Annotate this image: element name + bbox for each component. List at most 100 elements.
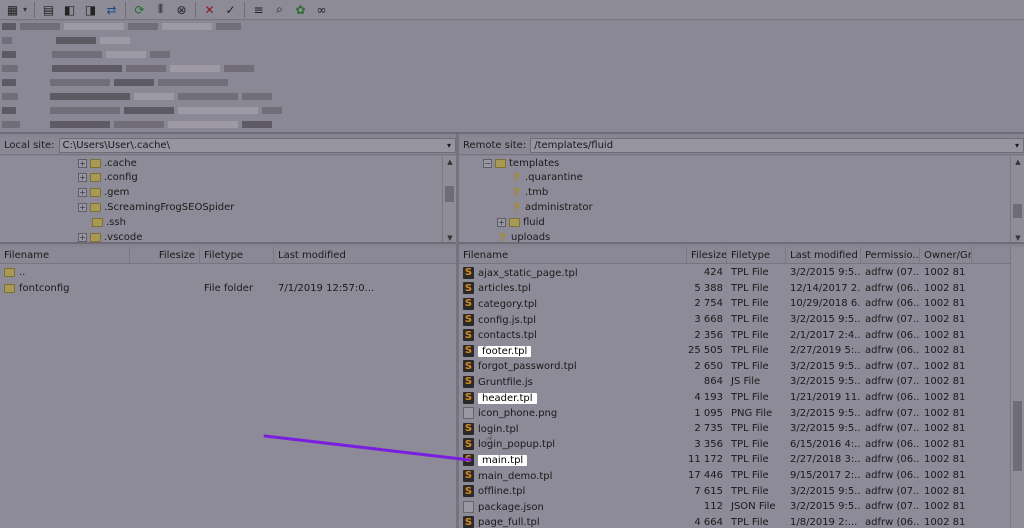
file-type: PNG File <box>731 407 773 419</box>
file-size: 1 095 <box>694 407 723 419</box>
remote-path-value: /templates/fluid <box>534 140 614 151</box>
local-directory-tree: + .cache + .config + .gem + .ScreamingFrogSE… <box>0 156 456 244</box>
file-owner: 1002 81 <box>924 345 966 357</box>
tree-item[interactable]: + .ScreamingFrogSEOSpider <box>78 200 234 215</box>
file-modified: 2/27/2019 5:... <box>790 345 861 357</box>
arrow-down-icon[interactable]: ▾ <box>23 5 31 14</box>
expand-icon[interactable]: + <box>78 159 87 168</box>
chevron-down-icon[interactable]: ▾ <box>443 141 455 150</box>
column-header-filename[interactable]: Filename <box>459 247 687 263</box>
table-row[interactable]: Soffline.tpl 7 615 TPL File 3/2/2015 9:5...… <box>459 483 972 499</box>
column-header-filetype[interactable]: Filetype <box>727 247 786 263</box>
tree-item[interactable]: .ssh <box>92 215 126 230</box>
refresh-icon[interactable]: ⟳ <box>129 1 150 19</box>
column-header-filetype[interactable]: Filetype <box>200 247 274 263</box>
reconnect-icon[interactable]: ✓ <box>220 1 241 19</box>
expand-icon[interactable]: + <box>497 218 506 227</box>
table-row[interactable]: .. <box>0 265 130 281</box>
column-header-last-modified[interactable]: Last modified <box>274 247 456 263</box>
tree-item[interactable]: ? .quarantine <box>511 170 583 185</box>
tree-item[interactable]: + fluid <box>497 215 545 230</box>
template-file-icon: S <box>463 297 474 310</box>
tree-item[interactable]: + .vscode <box>78 230 142 242</box>
scroll-thumb[interactable] <box>1013 204 1022 218</box>
file-permissions: adfrw (06... <box>865 392 920 404</box>
column-header-filename[interactable]: Filename <box>0 247 130 263</box>
file-permissions: adfrw (06... <box>865 438 920 450</box>
tree-item[interactable]: + .cache <box>78 156 137 171</box>
remote-tree-scrollbar[interactable]: ▲ ▼ <box>1010 156 1024 242</box>
column-header-permissions[interactable]: Permissio... <box>861 247 920 263</box>
expand-icon[interactable]: + <box>78 203 87 212</box>
tree-item[interactable]: + .config <box>78 170 138 185</box>
filter-icon[interactable]: ⫴ <box>150 1 171 19</box>
disconnect-icon[interactable]: ✕ <box>199 1 220 19</box>
toggle-remote-tree-icon[interactable]: ◨ <box>80 1 101 19</box>
column-header-filesize[interactable]: Filesize <box>687 247 727 263</box>
table-row[interactable]: Spage_full.tpl 4 664 TPL File 1/8/2019 2:..… <box>459 515 972 528</box>
toggle-log-icon[interactable]: ▤ <box>38 1 59 19</box>
tree-item[interactable]: ? uploads <box>497 230 550 242</box>
expand-icon[interactable]: + <box>78 173 87 182</box>
collapse-icon[interactable]: − <box>483 159 492 168</box>
table-row[interactable]: Sarticles.tpl 5 388 TPL File 12/14/2017 2..… <box>459 281 972 297</box>
table-row[interactable]: S Gruntfile.js 864 JS File 3/2/2015 9:5... ad… <box>459 374 972 390</box>
table-row[interactable]: package.json 112 JSON File 3/2/2015 9:5... a… <box>459 499 972 515</box>
table-row[interactable]: Slogin_popup.tpl 3 356 TPL File 6/15/2016 4… <box>459 437 972 453</box>
scroll-up-icon[interactable]: ▲ <box>1011 156 1024 168</box>
scroll-thumb[interactable] <box>445 186 454 202</box>
scroll-up-icon[interactable]: ▲ <box>443 156 456 168</box>
column-header-last-modified[interactable]: Last modified <box>786 247 861 263</box>
search-icon[interactable]: ✿ <box>290 1 311 19</box>
file-owner: 1002 81 <box>924 407 966 419</box>
table-row[interactable]: fontconfig File folder 7/1/2019 12:57:0.… <box>0 281 456 297</box>
chevron-down-icon[interactable]: ▾ <box>1011 141 1023 150</box>
binoculars-icon[interactable]: ∞ <box>311 1 332 19</box>
column-header-filesize[interactable]: Filesize <box>130 247 200 263</box>
file-size: 17 446 <box>688 470 723 482</box>
tree-item-label: .quarantine <box>525 172 583 183</box>
remote-file-scrollbar[interactable] <box>1010 247 1024 528</box>
file-permissions: adfrw (06... <box>865 298 920 310</box>
expand-icon[interactable]: + <box>78 233 87 242</box>
message-log <box>0 21 1024 134</box>
local-tree-scrollbar[interactable]: ▲ ▼ <box>442 156 456 242</box>
table-row[interactable]: icon_phone.png 1 095 PNG File 3/2/2015 9:5.… <box>459 405 972 421</box>
scroll-down-icon[interactable]: ▼ <box>1011 232 1024 242</box>
template-file-icon: S <box>463 313 474 326</box>
table-row[interactable]: Smain.tpl 11 172 TPL File 2/27/2018 3:... ad… <box>459 452 972 468</box>
scroll-down-icon[interactable]: ▼ <box>443 232 456 242</box>
folder-icon <box>90 203 101 212</box>
local-path-combobox[interactable]: C:\Users\User\.cache\ ▾ <box>58 138 456 153</box>
folder-icon <box>90 233 101 242</box>
column-header-owner[interactable]: Owner/Gr... <box>920 247 972 263</box>
table-row[interactable]: Scontacts.tpl 2 356 TPL File 2/1/2017 2:4..… <box>459 327 972 343</box>
table-row[interactable]: Scategory.tpl 2 754 TPL File 10/29/2018 6..… <box>459 296 972 312</box>
table-row[interactable]: Sajax_static_page.tpl 424 TPL File 3/2/2015… <box>459 265 972 281</box>
directory-compare-icon[interactable]: ≡ <box>248 1 269 19</box>
table-row[interactable]: Sheader.tpl 4 193 TPL File 1/21/2019 11... a… <box>459 390 972 406</box>
tree-item[interactable]: ? .tmb <box>511 185 548 200</box>
table-row[interactable]: Slogin.tpl 2 735 TPL File 3/2/2015 9:5... ad… <box>459 421 972 437</box>
remote-path-combobox[interactable]: /templates/fluid ▾ <box>530 138 1024 153</box>
table-row[interactable]: Smain_demo.tpl 17 446 TPL File 9/15/2017 2:… <box>459 468 972 484</box>
tree-item[interactable]: ? administrator <box>511 200 592 215</box>
toggle-local-tree-icon[interactable]: ◧ <box>59 1 80 19</box>
table-row[interactable]: Sconfig.js.tpl 3 668 TPL File 3/2/2015 9:5.… <box>459 312 972 328</box>
cancel-icon[interactable]: ⊗ <box>171 1 192 19</box>
file-permissions: adfrw (07... <box>865 407 920 419</box>
table-row[interactable]: Sforgot_password.tpl 2 650 TPL File 3/2/201… <box>459 359 972 375</box>
template-file-icon: S <box>463 422 474 435</box>
table-row[interactable]: Sfooter.tpl 25 505 TPL File 2/27/2019 5:...… <box>459 343 972 359</box>
scroll-thumb[interactable] <box>1013 401 1022 471</box>
toggle-queue-icon[interactable]: ⇄ <box>101 1 122 19</box>
toolbar-separator <box>34 1 35 18</box>
file-type: TPL File <box>731 516 769 528</box>
expand-icon[interactable]: + <box>78 188 87 197</box>
sync-browse-icon[interactable]: ⌕ <box>269 1 290 19</box>
tree-item[interactable]: − templates <box>483 156 559 171</box>
site-manager-icon[interactable]: ▦ <box>2 1 23 19</box>
file-name: forgot_password.tpl <box>478 361 577 373</box>
tree-item[interactable]: + .gem <box>78 185 129 200</box>
file-type: TPL File <box>731 282 769 294</box>
